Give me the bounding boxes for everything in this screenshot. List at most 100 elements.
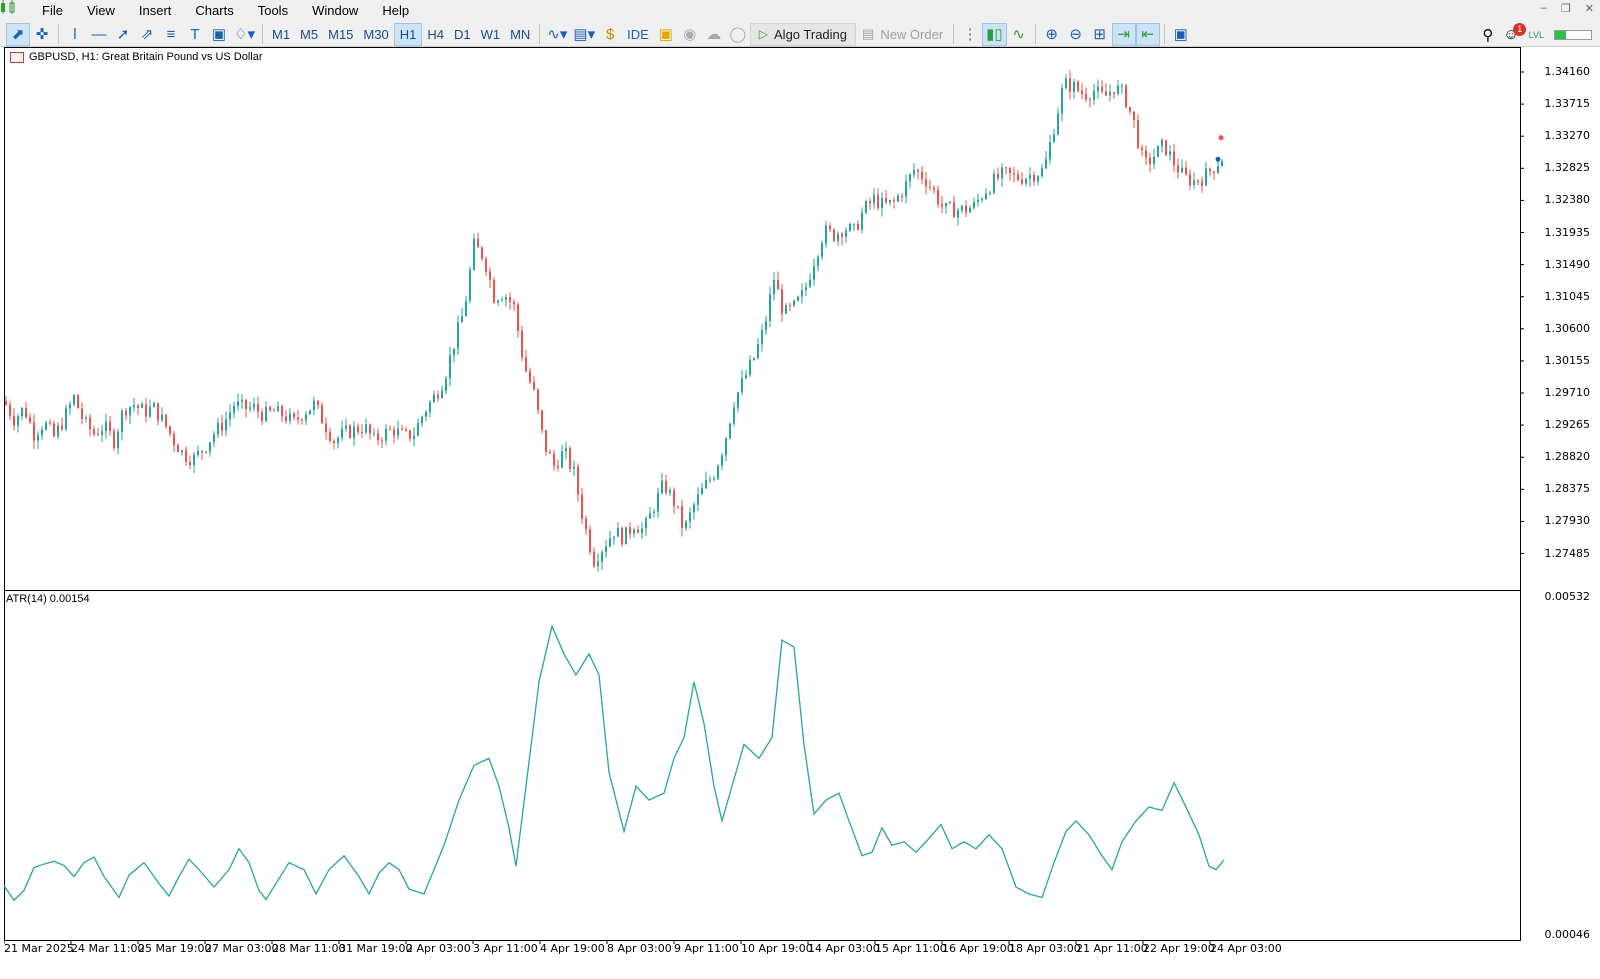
menu-view[interactable]: View: [75, 0, 127, 22]
cloud-icon[interactable]: ☁: [702, 23, 726, 46]
candle-body: [713, 478, 715, 480]
candle-body: [473, 238, 475, 270]
candle-body: [217, 422, 219, 435]
vertical-line-icon[interactable]: ǀ: [63, 23, 87, 46]
menu-window[interactable]: Window: [300, 0, 370, 22]
candle-body: [1201, 181, 1203, 186]
candle-body: [965, 205, 967, 213]
candlestick-chart-icon[interactable]: ▮▯: [982, 22, 1007, 46]
time-tick-label: 3 Apr 11:00: [473, 942, 538, 955]
candle-body: [577, 466, 579, 495]
symbol-caption-text: GBPUSD, H1: Great Britain Pound vs US Do…: [29, 51, 263, 63]
indicators-icon[interactable]: ∿▾: [544, 23, 570, 46]
candle-body: [377, 433, 379, 441]
price-tick-label: 1.28820: [1544, 450, 1591, 464]
candle-body: [837, 233, 839, 242]
candle-body: [105, 421, 107, 432]
timeframe-mn[interactable]: MN: [505, 23, 535, 46]
chart-area[interactable]: GBPUSD, H1: Great Britain Pound vs US Do…: [4, 47, 1600, 979]
candle-body: [281, 405, 283, 417]
toolbar: ⬈ ✜ ǀ — ➚ ⇗ ≡ T ▣ ♢▾ M1 M5 M15 M30 H1 H4…: [0, 22, 1600, 47]
candle-body: [17, 416, 19, 426]
menu-bar: File View Insert Charts Tools Window Hel…: [0, 0, 1600, 22]
menu-charts[interactable]: Charts: [183, 0, 245, 22]
atr-indicator-label: ATR(14) 0.00154: [6, 593, 90, 605]
candle-body: [185, 450, 187, 463]
vps-icon[interactable]: ◯: [726, 23, 750, 46]
candle-body: [421, 416, 423, 423]
candle-body: [145, 404, 147, 417]
chart-shift-icon[interactable]: ⇤: [1135, 22, 1160, 46]
candle-body: [973, 201, 975, 208]
candle-body: [609, 538, 611, 547]
channel-icon[interactable]: ⇗: [135, 23, 159, 46]
bar-chart-icon[interactable]: ⋮: [958, 23, 982, 46]
lvl-indicator: LVL: [1528, 29, 1544, 40]
timeframe-m5[interactable]: M5: [295, 23, 323, 46]
timeframe-w1[interactable]: W1: [476, 23, 506, 46]
account-icon[interactable]: ☺ 1: [1503, 23, 1527, 43]
candle-body: [273, 410, 275, 412]
candle-body: [329, 432, 331, 441]
fibonacci-icon[interactable]: ≡: [159, 23, 183, 46]
restore-icon[interactable]: ❐: [1561, 2, 1571, 15]
candle-body: [821, 243, 823, 257]
line-chart-icon[interactable]: ∿: [1007, 23, 1031, 46]
shopping-bag-icon[interactable]: ▣: [654, 23, 678, 46]
algo-trading-button[interactable]: ▷ Algo Trading: [749, 22, 857, 46]
candle-body: [1061, 88, 1063, 114]
timeframe-h4[interactable]: H4: [422, 23, 449, 46]
timeframe-m1[interactable]: M1: [267, 23, 295, 46]
candle-body: [469, 269, 471, 301]
candle-body: [357, 426, 359, 432]
candle-body: [209, 442, 211, 452]
candle-body: [617, 527, 619, 537]
minimize-icon[interactable]: –: [1541, 2, 1547, 15]
signals-icon[interactable]: ◉: [678, 23, 702, 46]
ide-button[interactable]: IDE: [622, 23, 654, 46]
candle-body: [253, 404, 255, 408]
objects-menu-icon[interactable]: ♢▾: [231, 23, 258, 46]
timeframe-d1[interactable]: D1: [449, 23, 476, 46]
close-icon[interactable]: ✕: [1585, 2, 1594, 15]
time-tick-label: 15 Apr 11:00: [875, 942, 947, 955]
new-order-button[interactable]: ▤ New Order: [856, 26, 949, 42]
horizontal-line-icon[interactable]: —: [87, 23, 111, 46]
candle-body: [561, 451, 563, 468]
candle-body: [945, 202, 947, 207]
timeframe-h1[interactable]: H1: [393, 22, 423, 46]
candle-body: [721, 455, 723, 466]
tile-windows-icon[interactable]: ⊞: [1088, 23, 1112, 46]
search-icon[interactable]: ⚲: [1482, 26, 1493, 44]
candle-body: [477, 238, 479, 248]
autoscroll-icon[interactable]: ⇥: [1111, 22, 1136, 46]
candle-body: [305, 414, 307, 421]
candle-body: [141, 404, 143, 408]
candle-body: [989, 192, 991, 194]
zoom-in-icon[interactable]: ⊕: [1040, 23, 1064, 46]
candle-body: [265, 406, 267, 422]
timeframe-m15[interactable]: M15: [323, 23, 358, 46]
trendline-icon[interactable]: ➚: [111, 23, 135, 46]
timeframe-m30[interactable]: M30: [358, 23, 393, 46]
candle-body: [101, 431, 103, 435]
crosshair-icon[interactable]: ✜: [30, 23, 54, 46]
menu-insert[interactable]: Insert: [127, 0, 184, 22]
zoom-out-icon[interactable]: ⊖: [1064, 23, 1088, 46]
candle-body: [537, 389, 539, 411]
menu-file[interactable]: File: [30, 0, 75, 22]
chart-canvas[interactable]: [4, 47, 1600, 979]
screenshot-icon[interactable]: ▣: [1169, 23, 1193, 46]
candle-body: [769, 294, 771, 322]
shapes-icon[interactable]: ▣: [207, 23, 231, 46]
candle-body: [313, 400, 315, 411]
market-icon[interactable]: $: [598, 23, 622, 46]
time-tick-label: 24 Apr 03:00: [1210, 942, 1282, 955]
templates-icon[interactable]: ▤▾: [570, 23, 598, 46]
menu-help[interactable]: Help: [370, 0, 421, 22]
candle-body: [97, 434, 99, 436]
candle-body: [793, 300, 795, 306]
menu-tools[interactable]: Tools: [246, 0, 300, 22]
text-icon[interactable]: T: [183, 23, 207, 46]
cursor-icon[interactable]: ⬈: [6, 22, 30, 46]
